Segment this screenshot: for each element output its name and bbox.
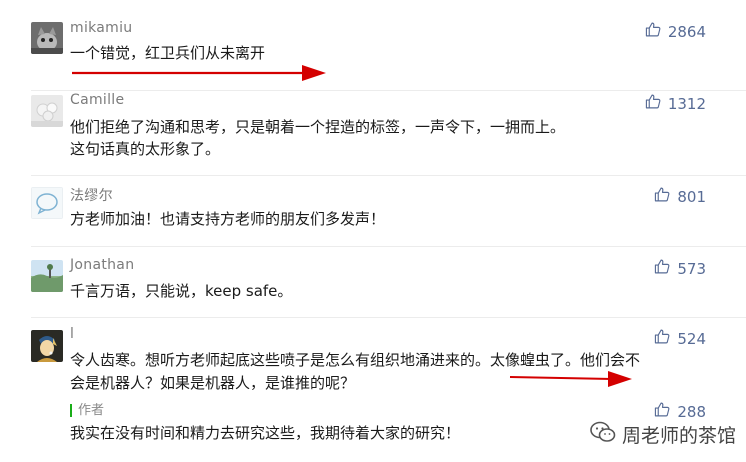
comment-text: 会是机器人？如果是机器人，是谁推的呢？ xyxy=(70,374,356,392)
comment-text: 千言万语，只能说，keep safe。 xyxy=(70,282,293,300)
red-arrow-annotation xyxy=(509,371,632,387)
thumbs-up-icon xyxy=(654,258,671,279)
thumbs-up-icon xyxy=(645,21,662,42)
like-button[interactable]: 524 xyxy=(654,328,706,349)
avatar[interactable] xyxy=(31,187,63,219)
comment-item: Jonathan 千言万语，只能说，keep safe。 573 xyxy=(0,247,746,317)
commenter-name[interactable]: Camille xyxy=(70,92,124,108)
like-count: 2864 xyxy=(667,22,706,41)
like-count: 524 xyxy=(677,329,706,348)
thumbs-up-icon xyxy=(645,93,662,114)
author-reply-tag: 作者 xyxy=(70,404,104,417)
comment-item: 法缪尔 方老师加油！也请支持方老师的朋友们多发声！ 801 xyxy=(0,176,746,246)
thumbs-up-icon xyxy=(654,186,671,207)
avatar[interactable] xyxy=(31,330,63,362)
commenter-name[interactable]: 法缪尔 xyxy=(70,185,113,205)
like-count: 288 xyxy=(677,402,706,421)
watermark-text: 周老师的茶馆 xyxy=(621,425,736,447)
comment-text: 令人齿寒。想听方老师起底这些喷子是怎么有组织地涌进来的。太像蝗虫了。他们会不 xyxy=(70,351,641,369)
thumbs-up-icon xyxy=(654,401,671,422)
watermark: 周老师的茶馆 xyxy=(590,421,736,448)
commenter-name[interactable]: mikamiu xyxy=(70,20,132,36)
comment-text: 方老师加油！也请支持方老师的朋友们多发声！ xyxy=(70,210,386,228)
commenter-name[interactable]: Jonathan xyxy=(70,257,134,273)
comment-text: 这句话真的太形象了。 xyxy=(70,140,221,158)
wechat-logo-icon xyxy=(590,421,616,448)
thumbs-up-icon xyxy=(654,328,671,349)
comment-item: Camille 他们拒绝了沟通和思考，只是朝着一个捏造的标签，一声令下，一拥而上… xyxy=(0,91,746,181)
like-count: 801 xyxy=(677,187,706,206)
red-arrow-annotation xyxy=(72,65,326,81)
like-button[interactable]: 288 xyxy=(654,401,706,422)
avatar[interactable] xyxy=(31,260,63,292)
avatar[interactable] xyxy=(31,22,63,54)
like-button[interactable]: 801 xyxy=(654,186,706,207)
comment-text: 他们拒绝了沟通和思考，只是朝着一个捏造的标签，一声令下，一拥而上。 xyxy=(70,118,566,136)
like-count: 573 xyxy=(677,259,706,278)
author-reply-text: 我实在没有时间和精力去研究这些，我期待着大家的研究！ xyxy=(70,424,461,442)
like-count: 1312 xyxy=(667,94,706,113)
like-button[interactable]: 573 xyxy=(654,258,706,279)
comment-text: 一个错觉，红卫兵们从未离开 xyxy=(70,44,266,62)
like-button[interactable]: 2864 xyxy=(645,21,706,42)
like-button[interactable]: 1312 xyxy=(645,93,706,114)
commenter-name[interactable]: l xyxy=(70,326,74,342)
avatar[interactable] xyxy=(31,95,63,127)
